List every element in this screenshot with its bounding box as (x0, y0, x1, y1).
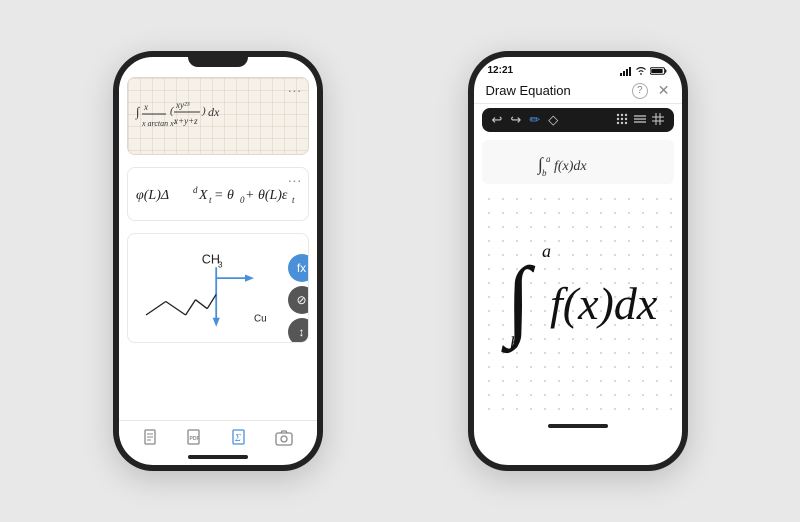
status-time: 12:21 (488, 65, 514, 76)
left-phone: ··· ∫ x x arctan x² ( xy²³ x+y+z ) dx (113, 51, 323, 471)
document-icon (142, 429, 160, 447)
svg-text:x arctan x²: x arctan x² (141, 119, 177, 128)
equation-preview: ∫ a b f(x)dx (482, 140, 674, 184)
fab-resize-button[interactable]: ↕ (288, 318, 309, 343)
wifi-icon (635, 66, 647, 76)
left-phone-notch (188, 57, 248, 67)
chemistry-svg: CH 3 (128, 234, 308, 342)
svg-text:x+y+z: x+y+z (173, 116, 198, 126)
spacer (119, 349, 317, 420)
draw-toolbar-right (616, 113, 664, 128)
draw-canvas[interactable]: ∫ a b f(x)dx (482, 192, 674, 416)
grid-full-button[interactable] (652, 113, 664, 128)
draw-toolbar-left: ↩ ↪ ✏ ◇ (492, 112, 559, 128)
home-indicator-right (548, 424, 608, 428)
svg-text:∫: ∫ (135, 104, 141, 120)
svg-text:b: b (510, 333, 519, 353)
svg-text:t: t (292, 195, 295, 205)
fab-resize-label: ↕ (299, 325, 305, 339)
svg-text:xy²³: xy²³ (175, 100, 190, 110)
card-chemistry: CH 3 (127, 233, 309, 343)
svg-text:φ(L)Δ: φ(L)Δ (136, 188, 169, 203)
svg-text:PDF: PDF (190, 436, 200, 442)
card1-dots-menu[interactable]: ··· (288, 82, 302, 98)
toolbar-pdf[interactable]: PDF (186, 429, 204, 447)
eraser-tool-button[interactable]: ◇ (548, 112, 558, 128)
card-equation: ··· φ(L)Δ d X t = θ 0 + θ(L)ε t (127, 167, 309, 221)
svg-text:dx: dx (208, 105, 220, 119)
grid-lines-button[interactable] (634, 113, 646, 128)
toolbar-document[interactable] (142, 429, 160, 447)
status-bar: 12:21 (474, 57, 682, 78)
draw-equation-header: Draw Equation ? ✕ (474, 78, 682, 104)
redo-button[interactable]: ↪ (510, 112, 521, 128)
scene: ··· ∫ x x arctan x² ( xy²³ x+y+z ) dx (0, 0, 800, 522)
grid-full-icon (652, 113, 664, 125)
left-phone-content: ··· ∫ x x arctan x² ( xy²³ x+y+z ) dx (119, 67, 317, 461)
fab-draw-label: ⊘ (296, 293, 306, 307)
svg-text:Cu: Cu (254, 313, 267, 324)
grid-dots-icon (616, 113, 628, 125)
svg-text:3: 3 (218, 260, 223, 269)
fab-group: fx ⊘ ↕ 📷 (288, 254, 309, 343)
grid-dots-button[interactable] (616, 113, 628, 128)
drawing-toolbar: ↩ ↪ ✏ ◇ (482, 108, 674, 132)
pdf-icon: PDF (186, 429, 204, 447)
preview-math-svg: ∫ a b f(x)dx (528, 144, 628, 180)
signal-icon (620, 66, 632, 76)
battery-icon (650, 66, 668, 76)
svg-text:t: t (209, 195, 212, 205)
right-phone-content: 12:21 (474, 57, 682, 431)
handwritten-equation: ∫ a b f(x)dx (488, 229, 668, 379)
svg-text:a: a (542, 241, 551, 261)
card2-dots-menu[interactable]: ··· (288, 172, 302, 188)
close-icon[interactable]: ✕ (658, 82, 670, 99)
card2-math: φ(L)Δ d X t = θ 0 + θ(L)ε t (128, 175, 308, 214)
svg-text:b: b (542, 168, 547, 178)
handwritten-integral-svg: ∫ x x arctan x² ( xy²³ x+y+z ) dx (128, 86, 308, 146)
fab-fx-label: fx (297, 261, 306, 275)
status-icons (620, 66, 668, 76)
chemistry-canvas: CH 3 (128, 234, 308, 342)
help-icon[interactable]: ? (632, 83, 648, 99)
draw-equation-title: Draw Equation (486, 83, 571, 98)
svg-text:X: X (198, 188, 208, 203)
card1-content: ∫ x x arctan x² ( xy²³ x+y+z ) dx (128, 78, 308, 154)
handwritten-equation-svg: ∫ a b f(x)dx (488, 229, 668, 369)
left-phone-toolbar: PDF Σ (119, 420, 317, 451)
svg-text:f(x)dx: f(x)dx (550, 278, 658, 329)
svg-text:+ θ(L)ε: + θ(L)ε (245, 188, 288, 203)
undo-button[interactable]: ↩ (492, 112, 503, 128)
card-handwritten: ··· ∫ x x arctan x² ( xy²³ x+y+z ) dx (127, 77, 309, 155)
equation-svg: φ(L)Δ d X t = θ 0 + θ(L)ε t (128, 175, 308, 211)
svg-text:Σ: Σ (234, 433, 241, 444)
fab-fx-button[interactable]: fx (288, 254, 309, 282)
svg-text:= θ: = θ (214, 188, 234, 203)
svg-text:): ) (201, 105, 206, 117)
sigma-icon: Σ (231, 429, 249, 447)
grid-lines-icon (634, 113, 646, 125)
home-indicator-left (188, 455, 248, 459)
toolbar-camera[interactable] (275, 429, 293, 447)
svg-text:x: x (143, 102, 148, 112)
pen-tool-button[interactable]: ✏ (529, 112, 540, 128)
right-phone: 12:21 (468, 51, 688, 471)
header-action-icons: ? ✕ (632, 82, 670, 99)
fab-draw-button[interactable]: ⊘ (288, 286, 309, 314)
svg-text:a: a (546, 154, 551, 164)
svg-text:f(x)dx: f(x)dx (554, 159, 587, 174)
svg-text:d: d (193, 185, 198, 195)
camera-icon (275, 429, 293, 447)
toolbar-sigma[interactable]: Σ (231, 429, 249, 447)
